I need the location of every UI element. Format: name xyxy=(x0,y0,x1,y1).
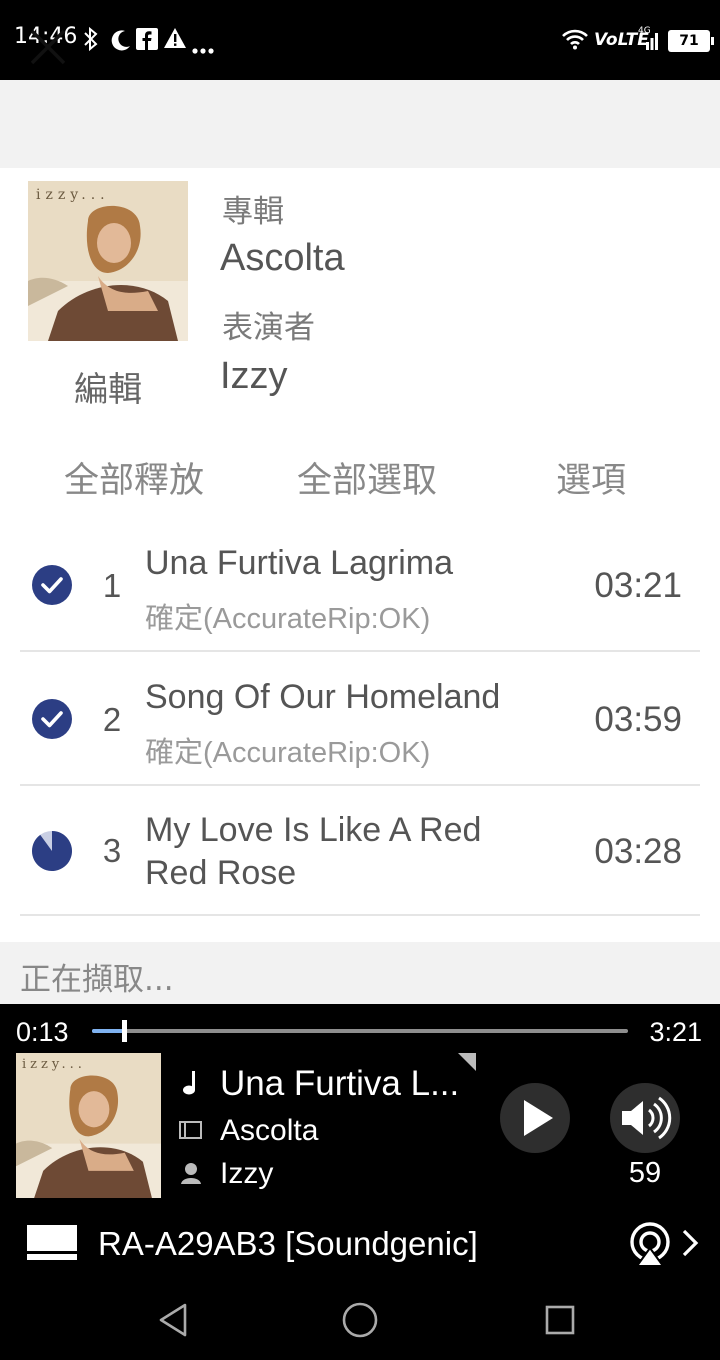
close-icon xyxy=(30,29,66,65)
more-dots-icon xyxy=(192,40,214,59)
volume-level: 59 xyxy=(628,1157,662,1189)
seek-bar-fill xyxy=(92,1029,124,1033)
facebook-icon xyxy=(136,28,158,50)
airplay-icon[interactable] xyxy=(628,1222,674,1272)
track-rip-status: 確定(AccurateRip:OK) xyxy=(145,603,431,635)
close-button[interactable] xyxy=(22,26,74,70)
artist-label: 表演者 xyxy=(222,310,315,346)
now-playing-artist: Izzy xyxy=(220,1157,274,1190)
ripping-status-text: 正在擷取... xyxy=(20,962,174,998)
rip-progress-icon xyxy=(31,831,72,871)
volume-icon xyxy=(622,1096,672,1140)
now-playing-album: Ascolta xyxy=(220,1114,319,1147)
cover-lettering: izzy... xyxy=(36,187,110,203)
volume-button[interactable] xyxy=(610,1083,680,1153)
wifi-icon xyxy=(561,28,589,54)
play-icon xyxy=(524,1100,553,1136)
album-label: 專輯 xyxy=(222,194,284,230)
elapsed-time: 0:13 xyxy=(16,1017,69,1047)
play-button[interactable] xyxy=(500,1083,570,1153)
edit-button[interactable]: 編輯 xyxy=(28,362,188,411)
checked-icon[interactable] xyxy=(32,565,72,605)
artist-name: Izzy xyxy=(220,355,288,397)
artist-icon xyxy=(178,1160,204,1190)
seek-handle[interactable] xyxy=(122,1020,127,1042)
album-name: Ascolta xyxy=(220,237,345,279)
corner-indicator-icon xyxy=(458,1053,476,1075)
cover-lettering: izzy... xyxy=(22,1057,86,1072)
total-time: 3:21 xyxy=(649,1017,702,1047)
now-playing-cover[interactable]: izzy... xyxy=(16,1053,161,1198)
play-all-button[interactable]: 全部釋放 xyxy=(64,452,204,503)
recents-nav-icon[interactable] xyxy=(544,1304,576,1340)
track-duration: 03:21 xyxy=(594,566,682,605)
album-icon xyxy=(178,1119,204,1145)
track-title: Song Of Our Homeland xyxy=(145,678,501,716)
music-note-icon xyxy=(178,1068,204,1102)
home-nav-icon[interactable] xyxy=(341,1301,379,1343)
back-nav-icon[interactable] xyxy=(156,1302,190,1342)
bluetooth-icon xyxy=(82,26,100,58)
track-rip-status: 確定(AccurateRip:OK) xyxy=(145,737,431,769)
track-duration: 03:28 xyxy=(594,832,682,871)
moon-icon xyxy=(110,28,132,58)
track-number: 3 xyxy=(102,832,122,869)
track-title: Una Furtiva Lagrima xyxy=(145,544,454,582)
divider xyxy=(20,914,700,916)
checked-icon[interactable] xyxy=(32,699,72,739)
album-cover: izzy... xyxy=(28,181,188,341)
warning-icon xyxy=(163,27,187,53)
track-title: My Love Is Like A Red xyxy=(145,811,482,849)
chevron-right-icon[interactable] xyxy=(680,1228,700,1262)
track-duration: 03:59 xyxy=(594,700,682,739)
device-name[interactable]: RA-A29AB3 [Soundgenic] xyxy=(98,1225,478,1263)
select-all-button[interactable]: 全部選取 xyxy=(297,452,437,503)
track-number: 2 xyxy=(102,701,122,738)
signal-icon xyxy=(636,28,660,56)
battery-indicator: 71 xyxy=(668,30,714,52)
track-number: 1 xyxy=(102,567,122,604)
device-icon xyxy=(26,1222,78,1270)
options-button[interactable]: 選項 xyxy=(556,452,626,503)
seek-bar[interactable] xyxy=(92,1029,628,1033)
top-bar xyxy=(0,80,720,168)
track-title-continued: Red Rose xyxy=(145,854,297,892)
now-playing-title: Una Furtiva L... xyxy=(220,1064,460,1103)
